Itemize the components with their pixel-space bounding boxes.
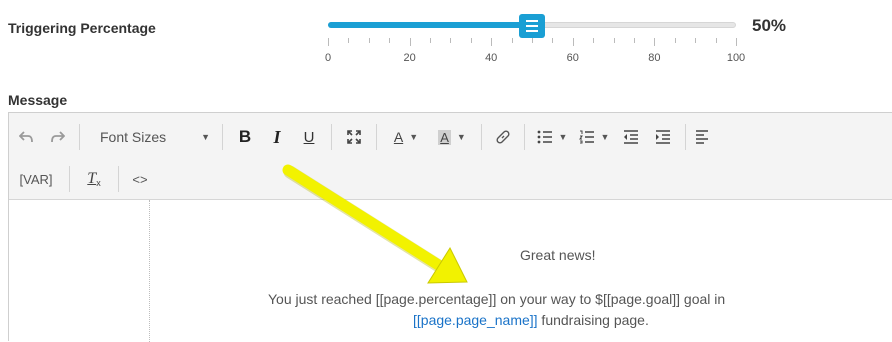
slider-fill — [328, 22, 532, 28]
slider-tick — [634, 38, 635, 43]
chevron-down-icon: ▼ — [456, 132, 466, 142]
font-sizes-label: Font Sizes — [100, 129, 167, 145]
fullscreen-button[interactable] — [338, 122, 370, 152]
slider-tick — [674, 38, 676, 43]
toolbar-row-1: Font Sizes ▼ B I U A ▼ A ▼ ▼ ▼ — [9, 117, 712, 157]
fullscreen-icon — [347, 130, 361, 144]
slider-tick-label: 0 — [324, 52, 332, 64]
slider-tick — [511, 38, 513, 43]
editor-margin-line — [149, 200, 150, 342]
slider-tick — [593, 38, 595, 43]
slider-tick-label: 60 — [566, 52, 579, 64]
variable-page-percentage: [[page.percentage]] — [375, 291, 497, 307]
variable-page-name: [[page.page_name]] — [413, 312, 538, 328]
slider-tick — [368, 38, 370, 43]
redo-icon — [51, 131, 65, 143]
slider-tick — [552, 38, 554, 43]
chevron-down-icon: ▼ — [201, 132, 210, 142]
slider-tick — [491, 38, 493, 46]
editor-toolbar: Font Sizes ▼ B I U A ▼ A ▼ ▼ ▼ [VAR] T x… — [9, 113, 892, 200]
message-label: Message — [8, 92, 68, 108]
outdent-icon — [624, 130, 638, 144]
redo-button[interactable] — [43, 122, 73, 152]
text-color-button[interactable]: A ▼ — [383, 122, 429, 152]
toolbar-separator — [79, 124, 80, 150]
message-line-2: You just reached [[page.percentage]] on … — [268, 291, 726, 307]
triggering-percentage-label: Triggering Percentage — [8, 20, 156, 36]
toolbar-separator — [331, 124, 332, 150]
insert-variable-button[interactable]: [VAR] — [9, 164, 63, 194]
editor-content-area[interactable]: Great news! You just reached [[page.perc… — [9, 200, 892, 342]
slider-tick — [409, 38, 411, 46]
bold-button[interactable]: B — [229, 122, 261, 152]
link-icon — [496, 130, 510, 144]
clear-format-icon: T — [87, 170, 97, 187]
slider-tick — [348, 38, 350, 43]
italic-button[interactable]: I — [261, 122, 293, 152]
numbered-list-button[interactable]: ▼ — [573, 122, 615, 152]
slider-tick — [736, 38, 737, 46]
slider-tick — [572, 38, 574, 46]
slider-tick — [532, 38, 533, 43]
undo-button[interactable] — [9, 122, 43, 152]
text-color-icon: A — [393, 129, 404, 145]
indent-icon — [656, 130, 670, 144]
slider-tick-label: 100 — [726, 52, 746, 64]
toolbar-separator — [118, 166, 119, 192]
toolbar-separator — [524, 124, 525, 150]
message-line-3: [[page.page_name]] fundraising page. — [413, 312, 649, 328]
bullet-list-icon — [537, 130, 552, 144]
slider-tick — [695, 38, 697, 43]
chevron-down-icon: ▼ — [409, 132, 419, 142]
bullet-list-button[interactable]: ▼ — [531, 122, 573, 152]
variable-page-goal: [[page.goal]] — [602, 291, 681, 307]
slider-tick-label: 80 — [648, 52, 661, 64]
background-color-icon: A — [438, 129, 451, 145]
slider-tick — [613, 38, 615, 43]
toolbar-row-2: [VAR] Tx <> — [9, 159, 155, 199]
link-button[interactable] — [488, 122, 518, 152]
message-editor[interactable]: Font Sizes ▼ B I U A ▼ A ▼ ▼ ▼ [VAR] T x… — [8, 112, 892, 342]
source-code-button[interactable]: <> — [125, 164, 155, 194]
slider-tick — [654, 38, 656, 46]
slider-tick — [430, 38, 431, 43]
slider-thumb[interactable] — [519, 14, 545, 38]
message-line-1: Great news! — [520, 247, 596, 263]
background-color-button[interactable]: A ▼ — [429, 122, 475, 152]
toolbar-separator — [222, 124, 223, 150]
clear-formatting-button[interactable]: Tx — [76, 164, 112, 194]
numbered-list-icon — [578, 130, 594, 144]
outdent-button[interactable] — [615, 122, 647, 152]
underline-button[interactable]: U — [293, 122, 325, 152]
chevron-down-icon: ▼ — [558, 132, 568, 142]
slider-tick — [328, 38, 329, 46]
percentage-value: 50% — [752, 16, 787, 35]
slider-tick-labels: 0 20 40 60 80 100 — [324, 52, 745, 66]
toolbar-separator — [69, 166, 70, 192]
toolbar-separator — [376, 124, 377, 150]
align-left-button[interactable] — [692, 122, 712, 152]
undo-icon — [19, 131, 33, 143]
align-left-icon — [696, 130, 708, 144]
toolbar-separator — [685, 124, 686, 150]
chevron-down-icon: ▼ — [600, 132, 610, 142]
triggering-percentage-slider[interactable] — [328, 14, 736, 38]
slider-tick — [715, 38, 717, 43]
slider-tick-label: 40 — [485, 52, 498, 64]
slider-tick — [389, 38, 391, 43]
font-sizes-dropdown[interactable]: Font Sizes ▼ — [86, 122, 216, 152]
toolbar-separator — [481, 124, 482, 150]
slider-ticks — [328, 38, 737, 50]
slider-tick — [450, 38, 452, 43]
slider-tick-label: 20 — [403, 52, 416, 64]
indent-button[interactable] — [647, 122, 679, 152]
slider-tick — [470, 38, 472, 43]
